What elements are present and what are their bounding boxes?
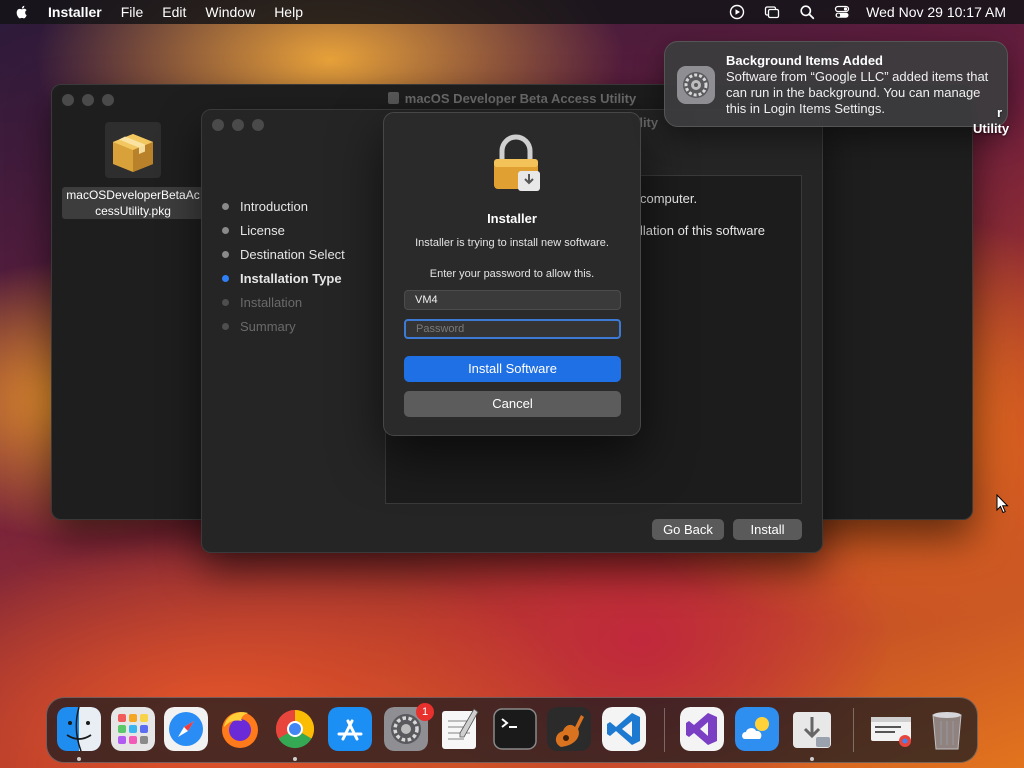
password-field[interactable] bbox=[404, 319, 621, 339]
package-icon bbox=[387, 92, 399, 104]
offscreen-label-line1: r bbox=[997, 105, 1003, 120]
notification-title: Background Items Added bbox=[726, 53, 883, 68]
step-label: License bbox=[240, 222, 285, 238]
dock-separator bbox=[664, 708, 665, 752]
step-dot bbox=[222, 226, 229, 234]
install-button[interactable]: Install bbox=[733, 519, 802, 540]
system-settings-gear-icon bbox=[677, 66, 715, 104]
dialog-prompt: Enter your password to allow this. bbox=[429, 268, 595, 280]
weather-icon[interactable] bbox=[735, 707, 779, 751]
garageband-icon[interactable] bbox=[547, 707, 591, 751]
package-box-icon bbox=[105, 122, 161, 178]
step-label: Installation bbox=[240, 294, 303, 310]
step-dot bbox=[222, 322, 229, 330]
step-dot bbox=[222, 250, 229, 258]
step-license: License bbox=[222, 218, 345, 242]
menu-edit[interactable]: Edit bbox=[162, 4, 186, 20]
lock-icon bbox=[494, 134, 540, 191]
window-title-text: macOS Developer Beta Access Utility bbox=[404, 91, 637, 106]
menu-window[interactable]: Window bbox=[205, 4, 255, 20]
launchpad-icon[interactable] bbox=[111, 707, 155, 751]
safari-icon[interactable] bbox=[164, 707, 208, 751]
step-destination-select: Destination Select bbox=[222, 242, 345, 266]
dialog-title: Installer bbox=[487, 211, 537, 226]
step-dot bbox=[222, 298, 229, 306]
installer-zoom-button[interactable] bbox=[252, 119, 264, 131]
dialog-message: Installer is trying to install new softw… bbox=[415, 237, 609, 249]
background-items-notification[interactable]: Background Items Added Software from “Go… bbox=[664, 41, 1008, 127]
installer-minimize-button[interactable] bbox=[232, 119, 244, 131]
step-installation-type: Installation Type bbox=[222, 266, 345, 290]
menu-bar: Installer File Edit Window Help Wed Nov … bbox=[0, 0, 1024, 24]
app-store-icon[interactable] bbox=[328, 707, 372, 751]
chrome-icon[interactable] bbox=[273, 707, 317, 751]
visual-studio-icon[interactable] bbox=[680, 707, 724, 751]
dock-separator bbox=[853, 708, 854, 752]
screen-mirroring-icon[interactable] bbox=[764, 4, 780, 20]
play-circle-icon[interactable] bbox=[729, 4, 745, 20]
finder-icon[interactable] bbox=[57, 707, 101, 751]
installer-traffic-lights bbox=[212, 119, 272, 131]
step-summary: Summary bbox=[222, 314, 345, 338]
step-dot bbox=[222, 202, 229, 210]
content-text-line2: llation of this software bbox=[640, 223, 766, 238]
authentication-dialog: Installer Installer is trying to install… bbox=[383, 112, 641, 436]
search-icon[interactable] bbox=[799, 4, 815, 20]
step-introduction: Introduction bbox=[222, 194, 345, 218]
step-label: Installation Type bbox=[240, 270, 342, 286]
trash-icon[interactable] bbox=[925, 707, 969, 751]
menu-bar-status-area: Wed Nov 29 10:17 AM bbox=[710, 4, 1010, 20]
pkg-file-item[interactable]: macOSDeveloperBetaAccessUtility.pkg bbox=[62, 122, 204, 220]
firefox-icon[interactable] bbox=[218, 707, 262, 751]
username-field[interactable] bbox=[404, 290, 621, 310]
step-installation: Installation bbox=[222, 290, 345, 314]
go-back-button[interactable]: Go Back bbox=[652, 519, 724, 540]
chrome-app-window-icon[interactable] bbox=[869, 707, 913, 751]
dock: 1 bbox=[46, 697, 978, 763]
offscreen-label-line2: Utility bbox=[973, 121, 1010, 136]
apple-logo-icon[interactable] bbox=[14, 4, 30, 20]
settings-notification-badge: 1 bbox=[416, 703, 434, 721]
content-text-line1: computer. bbox=[640, 191, 698, 206]
menu-file[interactable]: File bbox=[121, 4, 144, 20]
step-label: Summary bbox=[240, 318, 296, 334]
menu-app-installer[interactable]: Installer bbox=[48, 4, 102, 20]
cancel-button[interactable]: Cancel bbox=[404, 391, 621, 417]
install-software-button[interactable]: Install Software bbox=[404, 356, 621, 382]
mouse-pointer-icon bbox=[996, 494, 1009, 514]
step-label: Introduction bbox=[240, 198, 308, 214]
menu-bar-clock[interactable]: Wed Nov 29 10:17 AM bbox=[866, 4, 1006, 20]
menu-help[interactable]: Help bbox=[274, 4, 303, 20]
step-label: Destination Select bbox=[240, 246, 345, 262]
finder-running-dot bbox=[77, 757, 81, 761]
installer-steps-list: Introduction License Destination Select … bbox=[222, 194, 345, 338]
control-center-icon[interactable] bbox=[834, 4, 850, 20]
step-dot-current bbox=[222, 274, 229, 282]
pkg-file-name: macOSDeveloperBetaAccessUtility.pkg bbox=[62, 187, 204, 219]
chrome-running-dot bbox=[293, 757, 297, 761]
vscode-icon[interactable] bbox=[602, 707, 646, 751]
textedit-icon[interactable] bbox=[438, 707, 482, 751]
terminal-icon[interactable] bbox=[493, 707, 537, 751]
offscreen-icon-label: r Utility bbox=[973, 105, 1009, 137]
installer-running-dot bbox=[810, 757, 814, 761]
installer-download-icon[interactable] bbox=[790, 707, 834, 751]
notification-body: Software from “Google LLC” added items t… bbox=[726, 69, 989, 116]
installer-close-button[interactable] bbox=[212, 119, 224, 131]
